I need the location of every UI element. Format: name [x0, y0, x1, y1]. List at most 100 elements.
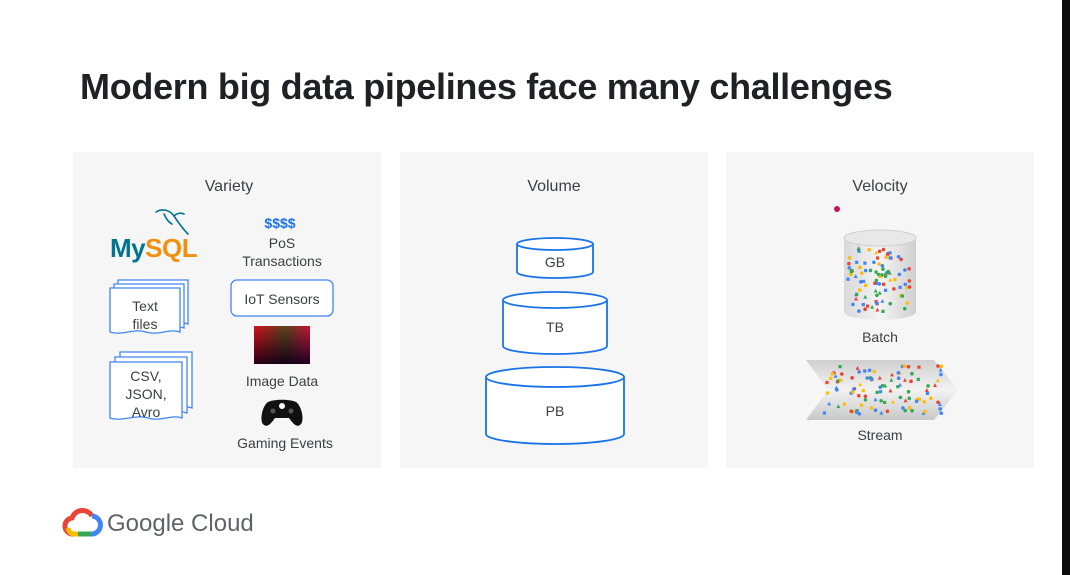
stream-dot [923, 409, 927, 414]
batch-dot [881, 309, 885, 313]
batch-dot [855, 260, 859, 264]
stream-dot [873, 408, 878, 412]
gaming-events-label: Gaming Events [237, 435, 333, 451]
volume-tier-tb: TB [546, 319, 564, 335]
stream-dot [878, 390, 883, 394]
stream-dot [926, 384, 930, 388]
stream-dot [915, 399, 919, 403]
batch-dot [886, 269, 891, 274]
iot-sensors-label: IoT Sensors [244, 291, 320, 307]
stream-dot [939, 372, 943, 377]
stream-dot [825, 391, 830, 395]
csv-label-line3: Avro [131, 404, 161, 420]
stream-dot [872, 369, 876, 374]
batch-dot [854, 292, 859, 296]
batch-dot [858, 265, 862, 270]
stream-dot [907, 396, 912, 401]
pointer-dot [834, 206, 840, 212]
csv-label-line2: JSON, [125, 386, 167, 402]
stream-dot [916, 377, 920, 381]
mysql-logo: MySQL [110, 233, 198, 264]
stream-dot [851, 387, 856, 391]
stream-dot [906, 364, 911, 369]
batch-dot [881, 282, 886, 287]
batch-dot [897, 272, 902, 277]
dollar-icon: $$$$ [264, 215, 296, 231]
mysql-logo-my: My [110, 233, 146, 263]
batch-dot [892, 287, 896, 291]
stream-dot [883, 400, 887, 405]
stream-label: Stream [857, 427, 903, 443]
stream-dot [863, 394, 868, 399]
stream-dot [885, 409, 890, 414]
batch-dot [860, 271, 864, 275]
stream-dot [902, 364, 907, 368]
pos-label-line2: Transactions [242, 253, 322, 269]
batch-label: Batch [862, 329, 898, 345]
slide-title: Modern big data pipelines face many chal… [80, 66, 893, 107]
batch-dot [846, 277, 850, 281]
batch-dot [847, 256, 852, 260]
batch-dot [881, 247, 886, 252]
batch-dot [883, 274, 888, 279]
batch-dot [857, 309, 861, 313]
batch-dot [863, 268, 868, 273]
stream-dot [903, 408, 908, 413]
batch-dot [867, 247, 871, 252]
stream-dot [879, 399, 883, 403]
stream-dot [896, 371, 901, 375]
stream-dot [936, 364, 940, 368]
stream-dot [849, 409, 854, 414]
stream-dot [938, 407, 942, 411]
batch-dot [861, 302, 865, 307]
volume-tier-pb: PB [545, 403, 565, 419]
pos-label-line1: PoS [268, 235, 296, 251]
stream-dot [898, 395, 903, 400]
stream-dot [842, 402, 847, 406]
stream-dot [859, 403, 864, 407]
batch-dot [877, 262, 881, 266]
batch-dot [905, 301, 909, 305]
batch-dot [872, 260, 876, 265]
stream-dot [936, 400, 940, 405]
stream-dot [906, 389, 911, 394]
csv-label-line1: CSV, [130, 368, 162, 384]
stream-dot [925, 391, 930, 396]
stream-dot [869, 406, 874, 410]
batch-dot [877, 249, 882, 254]
google-cloud-logo-icon [62, 508, 103, 537]
batch-dot [857, 288, 862, 292]
stream-dot [863, 369, 867, 373]
batch-dot [898, 285, 902, 289]
batch-dot [863, 307, 867, 312]
stream-dot [922, 400, 926, 404]
stream-dot [917, 365, 921, 369]
stream-dot [896, 376, 901, 381]
batch-dot [896, 254, 901, 259]
stream-dot [825, 380, 829, 385]
batch-dot [907, 285, 912, 289]
stream-dot [838, 365, 842, 369]
stream-arrow-icon [806, 360, 958, 420]
stream-dot [910, 408, 914, 413]
stream-dot [829, 376, 833, 380]
mysql-logo-sql: SQL [145, 233, 198, 263]
stream-dot [875, 390, 879, 395]
batch-dot [903, 268, 907, 272]
batch-dot [861, 279, 866, 284]
stream-dot [917, 397, 922, 402]
stream-dot [839, 378, 843, 382]
stream-dot [857, 394, 861, 398]
stream-dot [840, 372, 844, 376]
batch-dot [868, 268, 873, 273]
image-data-label: Image Data [245, 373, 319, 389]
stream-dot [907, 406, 912, 410]
stream-dot [929, 396, 933, 401]
batch-dot [874, 301, 879, 306]
stream-dot [870, 377, 874, 381]
batch-dot [847, 261, 851, 266]
gamepad-icon [261, 399, 303, 426]
batch-dot [863, 261, 867, 265]
batch-dot [884, 255, 888, 259]
batch-dot [865, 304, 870, 308]
